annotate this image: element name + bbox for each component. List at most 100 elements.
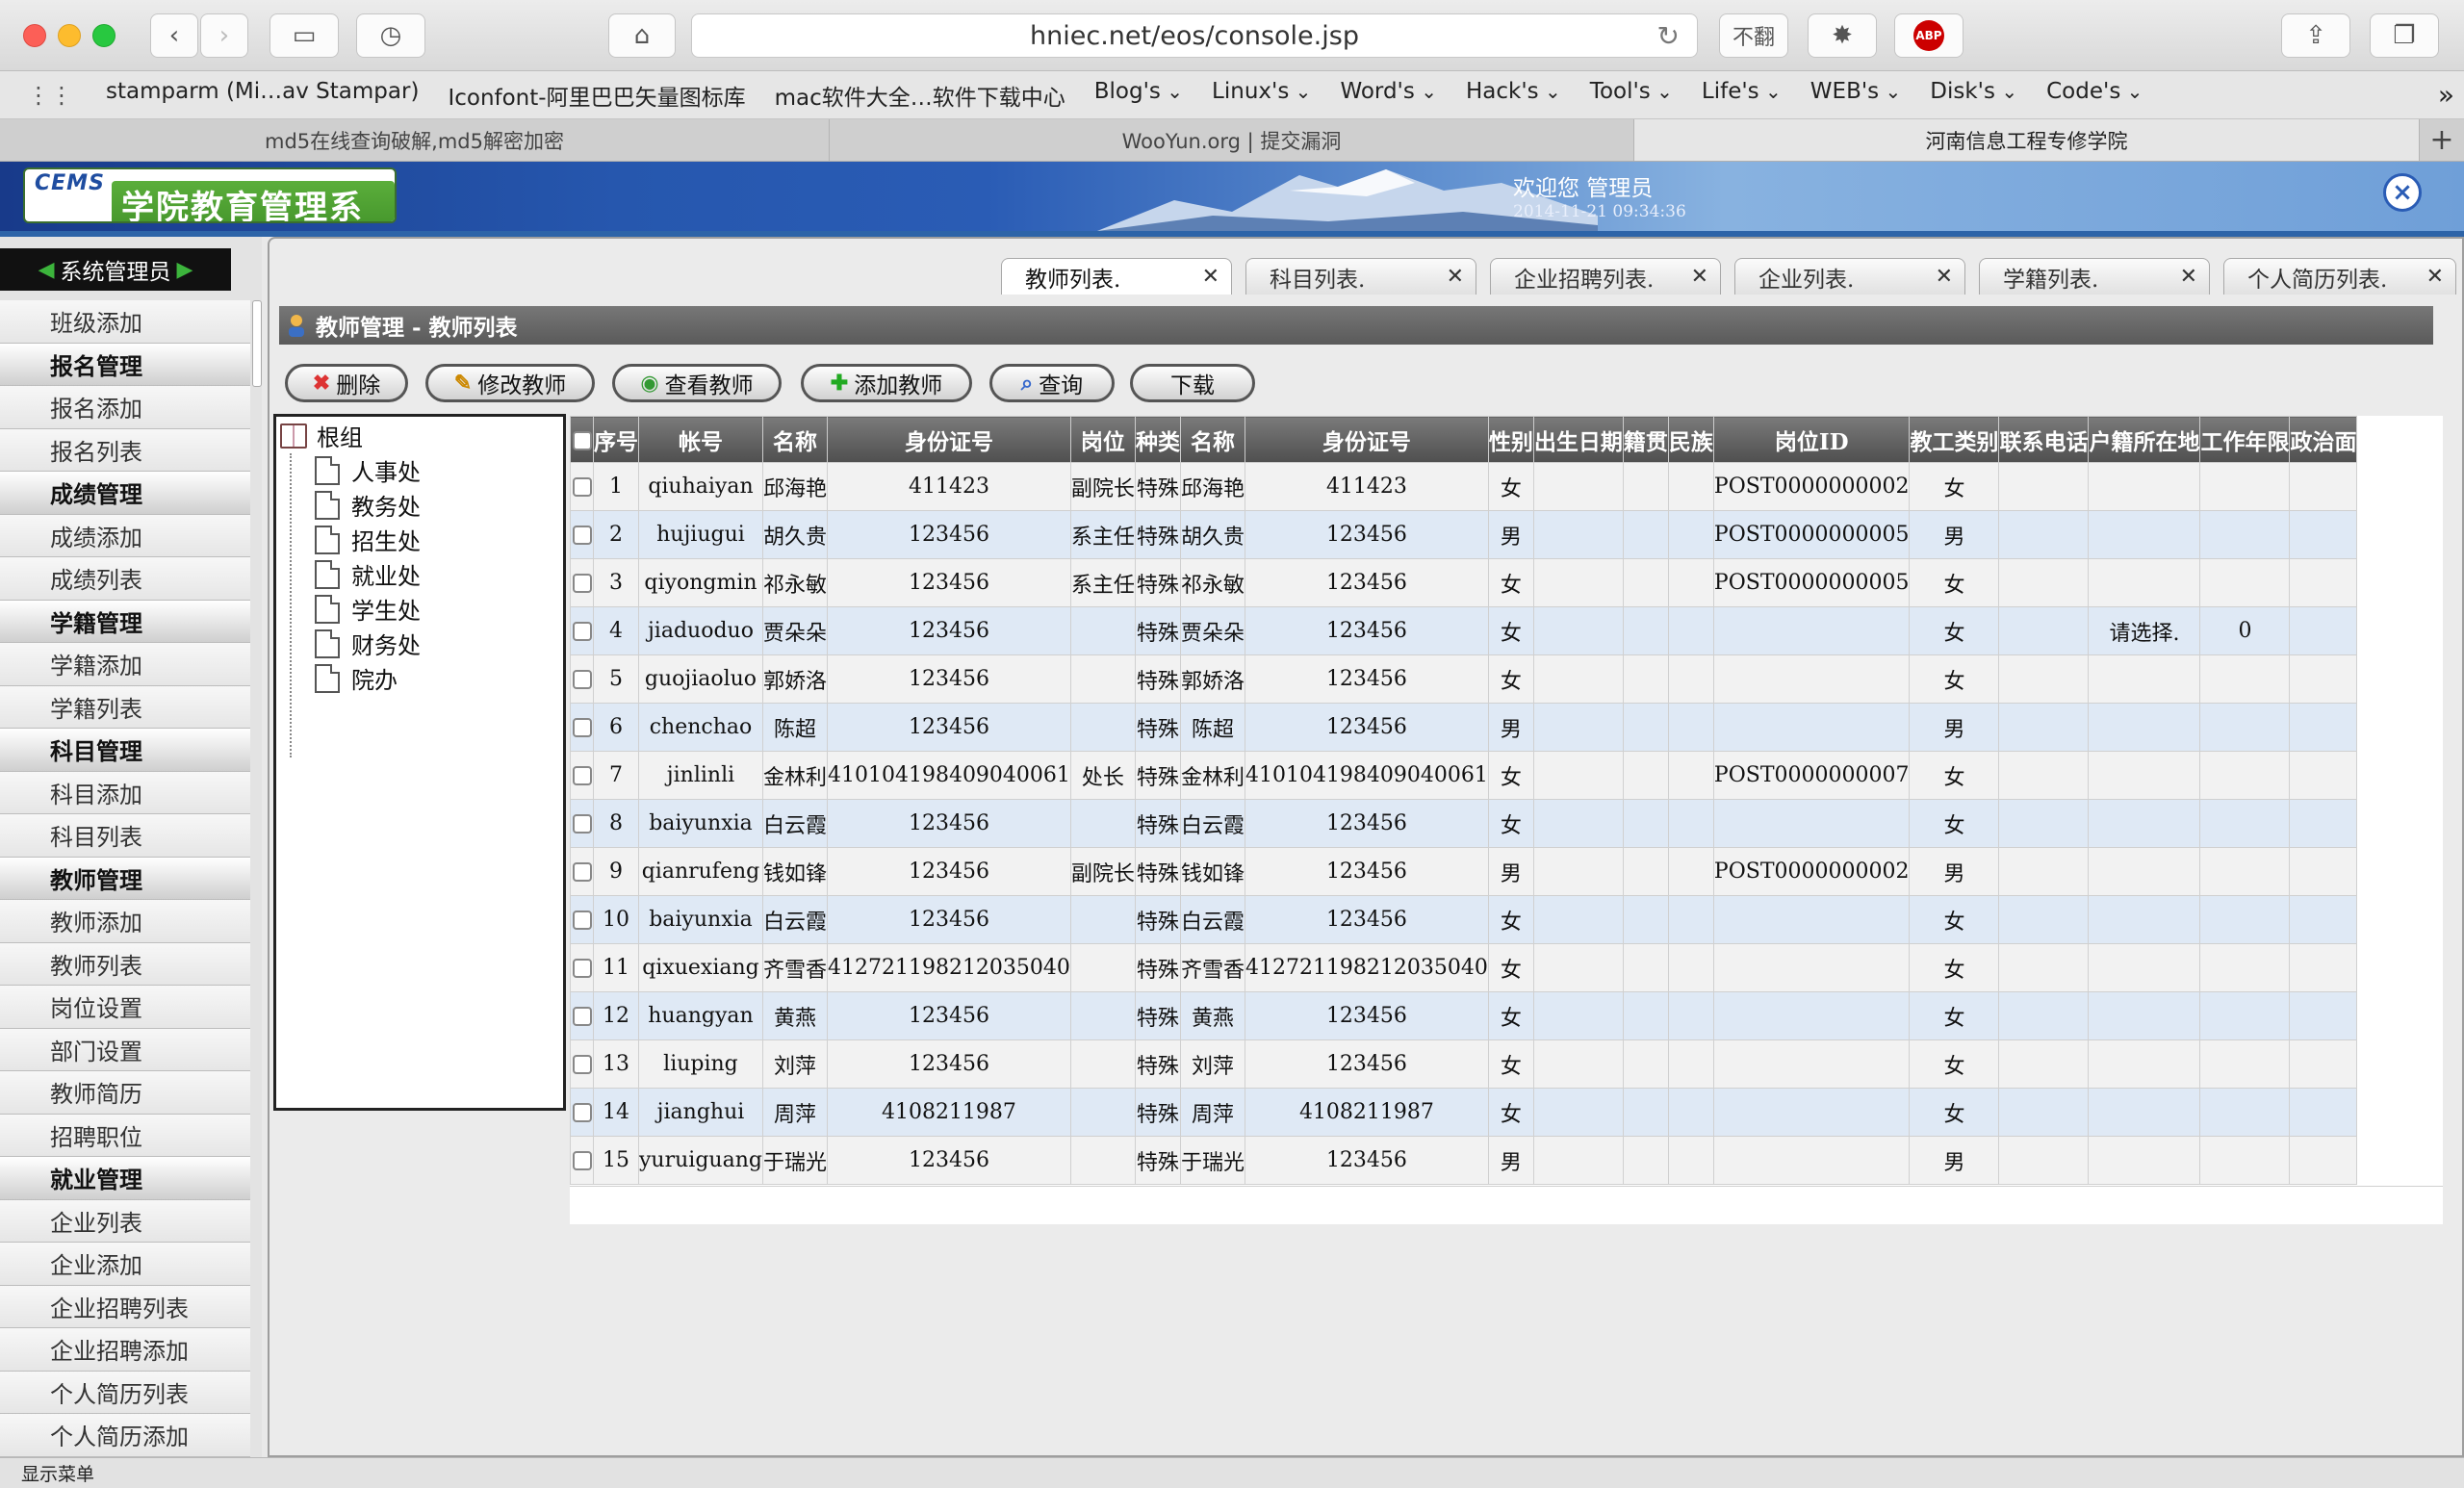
- row-checkbox[interactable]: [572, 1151, 592, 1170]
- home-button[interactable]: ⌂: [608, 13, 676, 58]
- row-checkbox[interactable]: [572, 670, 592, 689]
- sidebar-group-header[interactable]: 就业管理: [0, 1157, 250, 1200]
- action-button-4[interactable]: ✚ 添加教师: [801, 364, 972, 402]
- column-header[interactable]: 联系电话: [1998, 416, 2090, 463]
- sidebar-item[interactable]: 企业招聘添加: [0, 1328, 250, 1372]
- row-checkbox[interactable]: [572, 1103, 592, 1122]
- sidebar-group-header[interactable]: 成绩管理: [0, 472, 250, 515]
- column-header[interactable]: 民族: [1667, 416, 1714, 463]
- browser-tab[interactable]: WooYun.org | 提交漏洞: [830, 119, 1634, 161]
- row-checkbox[interactable]: [572, 862, 592, 882]
- bookmark-item[interactable]: Tool's: [1590, 79, 1673, 112]
- sidebar-scrollbar[interactable]: [252, 300, 262, 387]
- column-header[interactable]: 出生日期: [1532, 416, 1624, 463]
- tree-node[interactable]: 人事处: [315, 453, 421, 487]
- close-tab-icon[interactable]: ✕: [2426, 265, 2444, 289]
- table-row[interactable]: 4 jiaduoduo 贾朵朵 123456 特殊 贾朵朵 123456 女女请选择. 0: [570, 606, 2358, 655]
- action-button-3[interactable]: ◉ 查看教师: [612, 364, 782, 402]
- content-tab[interactable]: 企业列表. ✕: [1734, 258, 1965, 295]
- row-checkbox[interactable]: [572, 814, 592, 834]
- content-tab[interactable]: 科目列表. ✕: [1245, 258, 1476, 295]
- row-select-cell[interactable]: [570, 991, 594, 1040]
- close-tab-icon[interactable]: ✕: [1202, 265, 1219, 289]
- row-checkbox[interactable]: [572, 766, 592, 785]
- bookmark-item[interactable]: mac软件大全…软件下载中心: [775, 79, 1065, 112]
- row-checkbox[interactable]: [572, 622, 592, 641]
- close-window-button[interactable]: [23, 24, 46, 47]
- logout-close-icon[interactable]: ×: [2383, 173, 2422, 212]
- row-checkbox[interactable]: [572, 911, 592, 930]
- tree-root[interactable]: 根组: [280, 419, 363, 452]
- bug-extension-button[interactable]: ✸: [1808, 13, 1877, 58]
- adblock-extension-button[interactable]: ABP: [1894, 13, 1964, 58]
- content-tab[interactable]: 学籍列表. ✕: [1979, 258, 2210, 295]
- row-select-cell[interactable]: [570, 462, 594, 511]
- sidebar-item[interactable]: 企业列表: [0, 1199, 250, 1243]
- table-row[interactable]: 3 qiyongmin 祁永敏 123456 系主任 特殊 祁永敏 123456 女 POST00…: [570, 558, 2358, 607]
- table-row[interactable]: 11 qixuexiang 齐雪香 412721198212035040 特殊 齐雪香 41…: [570, 943, 2358, 992]
- column-header[interactable]: 身份证号: [1244, 416, 1489, 463]
- action-button-6[interactable]: 下载: [1130, 364, 1255, 402]
- row-select-cell[interactable]: [570, 847, 594, 896]
- sidebar-item[interactable]: 成绩列表: [0, 557, 250, 601]
- content-tab[interactable]: 个人简历列表. ✕: [2223, 258, 2456, 295]
- triangle-left-icon[interactable]: ◀: [38, 258, 55, 282]
- reload-icon[interactable]: ↻: [1657, 20, 1680, 52]
- row-checkbox[interactable]: [572, 1055, 592, 1074]
- zoom-window-button[interactable]: [92, 24, 116, 47]
- browser-tab[interactable]: md5在线查询破解,md5解密加密: [0, 119, 830, 161]
- sidebar-item[interactable]: 企业添加: [0, 1243, 250, 1286]
- sidebar-item[interactable]: 成绩添加: [0, 514, 250, 557]
- row-select-cell[interactable]: [570, 895, 594, 944]
- table-row[interactable]: 14 jianghui 周萍 4108211987 特殊 周萍 4108211987 女女: [570, 1088, 2358, 1137]
- back-button[interactable]: ‹: [150, 13, 198, 58]
- column-header[interactable]: 身份证号: [826, 416, 1071, 463]
- row-select-cell[interactable]: [570, 606, 594, 655]
- row-checkbox[interactable]: [572, 718, 592, 737]
- close-tab-icon[interactable]: ✕: [1447, 265, 1464, 289]
- bookmark-item[interactable]: Hack's: [1466, 79, 1561, 112]
- close-tab-icon[interactable]: ✕: [1936, 265, 1953, 289]
- column-header[interactable]: 政治面: [2289, 416, 2358, 463]
- sidebar-item[interactable]: 教师添加: [0, 900, 250, 943]
- action-button-1[interactable]: ✖ 删除: [285, 364, 408, 402]
- sidebar-item[interactable]: 岗位设置: [0, 986, 250, 1029]
- tree-node[interactable]: 院办: [315, 661, 398, 695]
- content-tab-active[interactable]: 教师列表. ✕: [1001, 258, 1232, 295]
- row-select-cell[interactable]: [570, 1088, 594, 1137]
- more-bookmarks-icon[interactable]: »: [2438, 79, 2454, 111]
- row-select-cell[interactable]: [570, 751, 594, 800]
- tree-node[interactable]: 财务处: [315, 627, 421, 660]
- sidebar-item[interactable]: 报名列表: [0, 428, 250, 472]
- role-switcher[interactable]: ◀ 系统管理员 ▶: [0, 248, 231, 291]
- row-select-cell[interactable]: [570, 799, 594, 848]
- sidebar-item[interactable]: 个人简历列表: [0, 1371, 250, 1414]
- select-all-checkbox[interactable]: [572, 431, 592, 450]
- bookmark-item[interactable]: Code's: [2046, 79, 2143, 112]
- table-row[interactable]: 6 chenchao 陈超 123456 特殊 陈超 123456 男男: [570, 703, 2358, 752]
- sidebar-item[interactable]: 教师列表: [0, 942, 250, 986]
- bookmark-item[interactable]: Iconfont-阿里巴巴矢量图标库: [448, 79, 745, 112]
- close-tab-icon[interactable]: ✕: [1691, 265, 1708, 289]
- column-header[interactable]: 工作年限: [2199, 416, 2291, 463]
- bookmark-item[interactable]: Linux's: [1212, 79, 1311, 112]
- tree-node[interactable]: 教务处: [315, 488, 421, 522]
- tree-node[interactable]: 就业处: [315, 557, 421, 591]
- column-header[interactable]: 序号: [593, 416, 639, 463]
- table-row[interactable]: 7 jinlinli 金林利 410104198409040061 处长 特殊 金林利 410…: [570, 751, 2358, 800]
- content-tab[interactable]: 企业招聘列表. ✕: [1490, 258, 1721, 295]
- bookmark-item[interactable]: WEB's: [1810, 79, 1901, 112]
- tree-node[interactable]: 学生处: [315, 592, 421, 626]
- grid-apps-icon[interactable]: ⋮⋮: [27, 82, 73, 109]
- row-select-cell[interactable]: [570, 1039, 594, 1089]
- table-row[interactable]: 12 huangyan 黄燕 123456 特殊 黄燕 123456 女女: [570, 991, 2358, 1040]
- column-header[interactable]: 性别: [1487, 416, 1534, 463]
- tabs-overview-button[interactable]: ❐: [2370, 13, 2439, 58]
- row-select-cell[interactable]: [570, 510, 594, 559]
- table-row[interactable]: 9 qianrufeng 钱如锋 123456 副院长 特殊 钱如锋 123456 男 POST0…: [570, 847, 2358, 896]
- bookmark-item[interactable]: Word's: [1340, 79, 1437, 112]
- table-row[interactable]: 5 guojiaoluo 郭娇洛 123456 特殊 郭娇洛 123456 女女: [570, 654, 2358, 704]
- browser-tab-active[interactable]: 河南信息工程专修学院: [1634, 119, 2420, 161]
- column-header[interactable]: 名称: [1179, 416, 1245, 463]
- sidebar-group-header[interactable]: 报名管理: [0, 343, 250, 386]
